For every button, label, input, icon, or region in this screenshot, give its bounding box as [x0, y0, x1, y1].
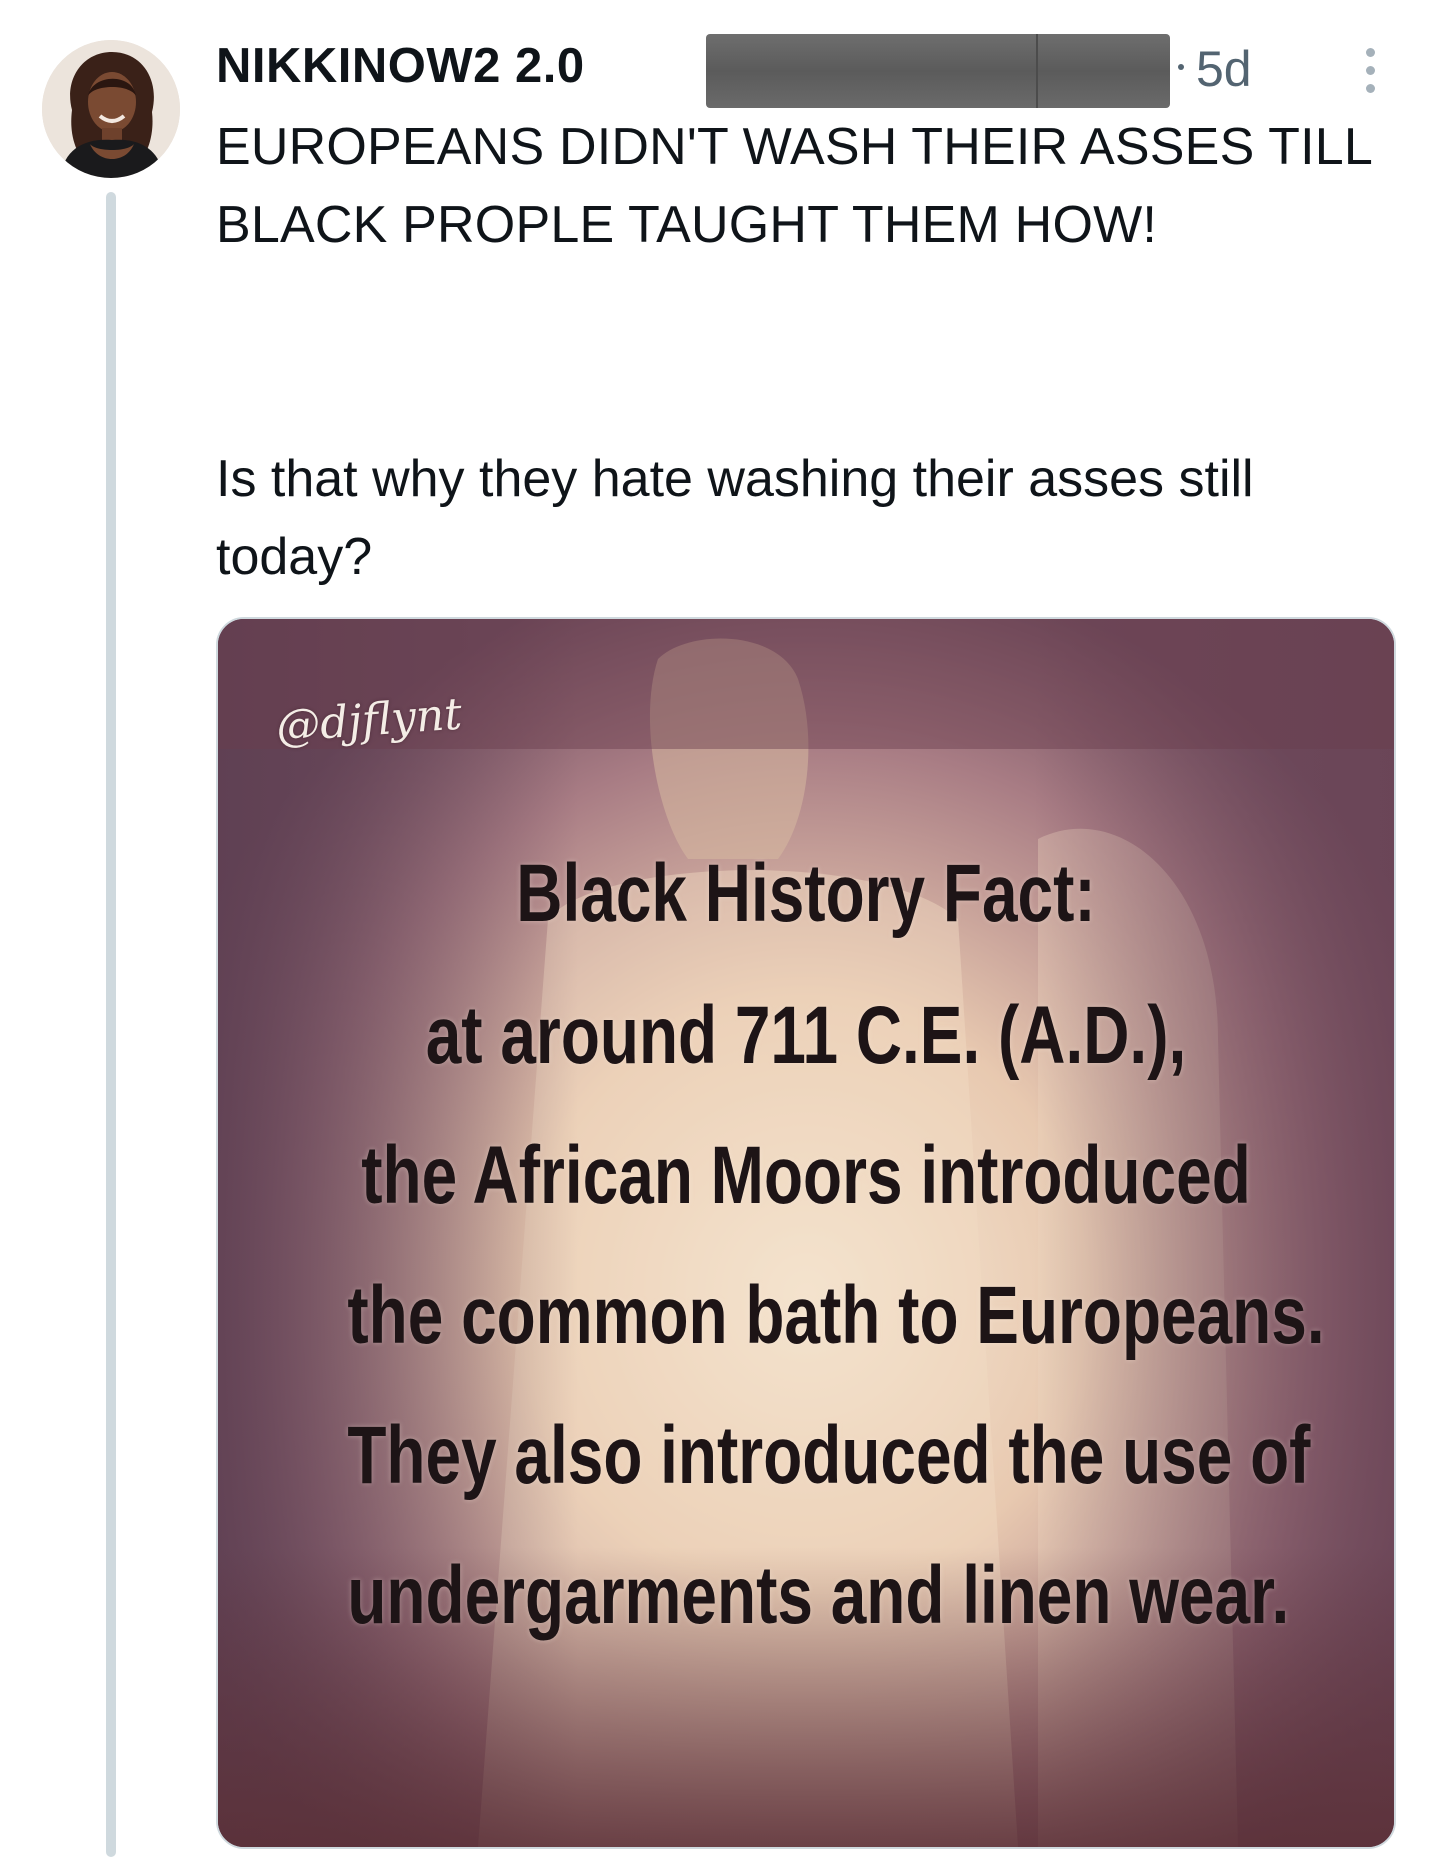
more-options-button[interactable]: [1346, 34, 1396, 106]
image-background: [218, 619, 1394, 1847]
avatar[interactable]: [42, 40, 180, 178]
post-text-line-2: Is that why they hate washing their asse…: [216, 450, 1254, 586]
display-name[interactable]: NIKKINOW2 2.0: [216, 38, 585, 94]
fact-line: the African Moors introduced: [361, 1130, 1251, 1221]
avatar-photo: [42, 40, 180, 178]
fact-line: undergarments and linen wear.: [347, 1550, 1290, 1641]
separator-dot: [1178, 64, 1184, 70]
fact-line: the common bath to Europeans.: [347, 1270, 1325, 1361]
more-vertical-icon-dot-2: [1366, 66, 1375, 75]
timestamp[interactable]: 5d: [1196, 40, 1252, 98]
more-vertical-icon-dot-3: [1366, 84, 1375, 93]
post-image[interactable]: @djflynt Black History Fact: at around 7…: [216, 617, 1396, 1849]
post-header: NIKKINOW2 2.0 5d: [216, 34, 1396, 108]
thread-line: [106, 192, 116, 1857]
fact-line: at around 711 C.E. (A.D.),: [425, 990, 1187, 1081]
redacted-handle: [706, 34, 1170, 108]
fact-line: They also introduced the use of: [347, 1410, 1311, 1501]
more-vertical-icon: [1366, 48, 1375, 57]
fact-title: Black History Fact:: [516, 848, 1096, 939]
post-text-line-1: EUROPEANS DIDN'T WASH THEIR ASSES TILL B…: [216, 118, 1372, 254]
